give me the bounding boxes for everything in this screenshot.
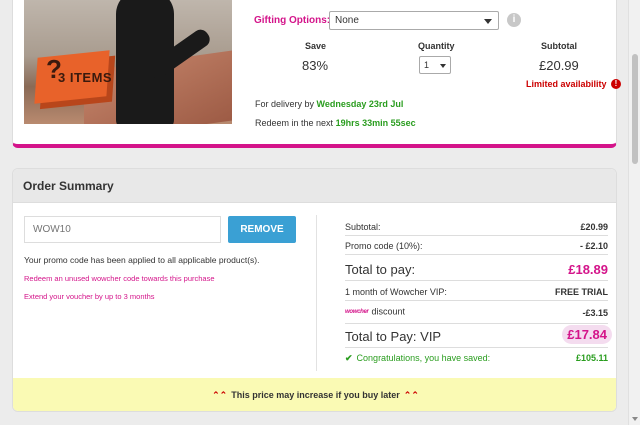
summary-row-promo: Promo code (10%): - £2.10 xyxy=(345,241,608,251)
row-divider xyxy=(345,254,608,255)
promo-code-input[interactable] xyxy=(24,216,221,243)
row-divider xyxy=(345,300,608,301)
summary-row-subtotal: Subtotal: £20.99 xyxy=(345,222,608,232)
page-scrollbar[interactable] xyxy=(628,0,640,425)
discount-row-label: discount xyxy=(371,306,406,317)
summary-row-vip: 1 month of Wowcher VIP: FREE TRIAL xyxy=(345,287,608,297)
product-image[interactable]: ? 3 ITEMS xyxy=(24,0,232,124)
total-row-value: £18.89 xyxy=(568,262,608,277)
summary-row-vip-total: Total to Pay: VIP £17.84 xyxy=(345,325,612,344)
scroll-down-arrow-icon[interactable] xyxy=(632,417,638,421)
redeem-prefix: Redeem in the next xyxy=(255,118,336,128)
vip-row-value: FREE TRIAL xyxy=(555,287,608,297)
chevron-down-icon xyxy=(484,19,492,24)
vip-row-label: 1 month of Wowcher VIP: xyxy=(345,287,447,297)
image-box-text: 3 ITEMS xyxy=(58,70,113,85)
row-divider xyxy=(345,323,608,324)
subtotal-value: £20.99 xyxy=(539,58,579,73)
checkmark-icon: ✔ xyxy=(345,353,353,363)
promo-applied-message: Your promo code has been applied to all … xyxy=(24,255,260,265)
limited-availability-label: Limited availability xyxy=(526,79,607,89)
alert-icon[interactable]: ! xyxy=(611,79,621,89)
extend-voucher-link[interactable]: Extend your voucher by up to 3 months xyxy=(24,292,155,301)
congrats-rest: , you have saved: xyxy=(419,353,491,363)
subtotal-row-value: £20.99 xyxy=(580,222,608,232)
savings-value: £105.11 xyxy=(575,353,608,363)
vip-total-label: Total to Pay: VIP xyxy=(345,329,442,344)
redeem-countdown: Redeem in the next 19hrs 33min 55sec xyxy=(255,118,416,128)
product-card: ? 3 ITEMS Gifting Options: None i Save 8… xyxy=(12,0,621,148)
summary-row-savings: ✔ Congratulations, you have saved: £105.1… xyxy=(345,353,608,364)
row-divider xyxy=(345,347,608,348)
vip-total-value: £17.84 xyxy=(562,325,612,344)
subtotal-label: Subtotal xyxy=(541,41,577,51)
redeem-wowcher-link[interactable]: Redeem an unused wowcher code towards th… xyxy=(24,274,215,283)
quantity-select[interactable]: 1 xyxy=(419,56,451,74)
promo-row-label: Promo code (10%): xyxy=(345,241,423,251)
order-summary-title: Order Summary xyxy=(13,169,616,203)
promo-row-value: - £2.10 xyxy=(579,241,608,251)
scrollbar-thumb[interactable] xyxy=(632,54,638,164)
quantity-label: Quantity xyxy=(418,41,455,51)
gifting-options-label: Gifting Options: xyxy=(254,15,331,26)
order-summary-panel: Order Summary REMOVE Your promo code has… xyxy=(12,168,617,412)
countdown-timer: 19hrs 33min 55sec xyxy=(335,118,416,128)
double-chevron-up-icon: ⌃⌃ xyxy=(212,390,228,400)
remove-promo-button[interactable]: REMOVE xyxy=(228,216,296,243)
save-value: 83% xyxy=(302,58,329,73)
column-divider xyxy=(316,215,317,371)
save-label: Save xyxy=(305,41,327,51)
info-icon[interactable]: i xyxy=(507,13,521,27)
summary-row-total: Total to pay: £18.89 xyxy=(345,262,608,277)
row-divider xyxy=(345,235,608,236)
delivery-prefix: For delivery by xyxy=(255,99,317,109)
total-row-label: Total to pay: xyxy=(345,262,416,277)
subtotal-row-label: Subtotal: xyxy=(345,222,381,232)
chevron-down-icon xyxy=(440,64,446,68)
wowcher-logo-icon: wowcher xyxy=(345,309,369,315)
double-chevron-up-icon: ⌃⌃ xyxy=(403,390,419,400)
discount-row-value: -£3.15 xyxy=(582,308,608,318)
gifting-options-value: None xyxy=(335,15,359,26)
gifting-options-select[interactable]: None xyxy=(329,11,499,30)
quantity-value: 1 xyxy=(424,60,430,70)
summary-row-discount: wowcher discount -£3.15 xyxy=(345,305,608,319)
congrats-word: Congratulations xyxy=(356,353,420,363)
delivery-date: Wednesday 23rd Jul xyxy=(316,99,404,109)
price-warning-text: This price may increase if you buy later xyxy=(231,390,400,400)
delivery-info: For delivery by Wednesday 23rd Jul xyxy=(255,99,403,109)
price-warning-bar: ⌃⌃ This price may increase if you buy lat… xyxy=(13,378,616,411)
row-divider xyxy=(345,280,608,281)
